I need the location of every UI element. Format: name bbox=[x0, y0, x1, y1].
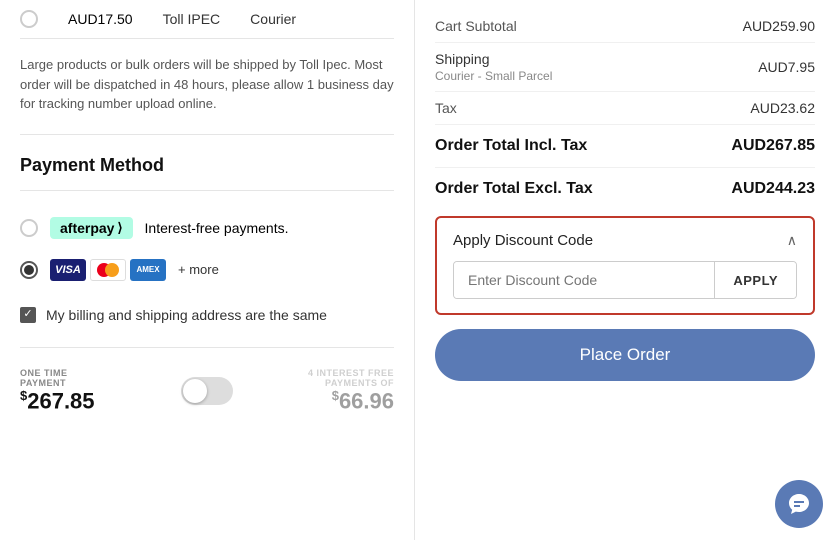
card-radio-inner bbox=[24, 265, 34, 275]
order-total-excl-amount: AUD244.23 bbox=[731, 180, 815, 198]
installment-amount: $66.96 bbox=[249, 388, 394, 414]
right-shipping-label-block: Shipping Courier - Small Parcel bbox=[435, 51, 552, 83]
billing-checkbox-label: My billing and shipping address are the … bbox=[46, 307, 327, 323]
discount-apply-button[interactable]: APPLY bbox=[714, 262, 796, 298]
cart-subtotal-amount: AUD259.90 bbox=[743, 18, 815, 34]
cart-subtotal-label: Cart Subtotal bbox=[435, 18, 517, 34]
order-total-excl-label: Order Total Excl. Tax bbox=[435, 180, 593, 198]
payment-section-title: Payment Method bbox=[20, 155, 394, 176]
payment-option-afterpay[interactable]: afterpay ⟩ Interest-free payments. bbox=[20, 207, 394, 249]
shipping-radio[interactable] bbox=[20, 10, 38, 28]
mastercard-logo bbox=[90, 259, 126, 281]
discount-chevron-icon: ∧ bbox=[787, 232, 797, 249]
afterpay-radio[interactable] bbox=[20, 219, 38, 237]
discount-header[interactable]: Apply Discount Code ∧ bbox=[453, 232, 797, 249]
chat-bubble[interactable] bbox=[775, 480, 823, 528]
discount-code-input[interactable] bbox=[454, 262, 714, 298]
afterpay-symbol: afterpay bbox=[60, 220, 114, 236]
order-total-excl-row: Order Total Excl. Tax AUD244.23 bbox=[435, 168, 815, 202]
one-time-label-line1: ONE TIME bbox=[20, 368, 165, 378]
billing-checkbox[interactable]: ✓ bbox=[20, 307, 36, 323]
tax-row: Tax AUD23.62 bbox=[435, 92, 815, 125]
one-time-amount-value: 267.85 bbox=[27, 388, 94, 413]
right-shipping-row: Shipping Courier - Small Parcel AUD7.95 bbox=[435, 43, 815, 92]
one-time-amount: $267.85 bbox=[20, 388, 165, 414]
installment-label-line2: PAYMENTS OF bbox=[249, 378, 394, 388]
shipping-price: AUD17.50 bbox=[68, 11, 133, 27]
payment-option-card[interactable]: VISA AMEX + more bbox=[20, 249, 394, 291]
one-time-label-line2: PAYMENT bbox=[20, 378, 165, 388]
one-time-payment-block: ONE TIME PAYMENT $267.85 bbox=[20, 368, 165, 414]
order-total-incl-label: Order Total Incl. Tax bbox=[435, 137, 587, 155]
discount-input-row: APPLY bbox=[453, 261, 797, 299]
place-order-button[interactable]: Place Order bbox=[435, 329, 815, 381]
shipping-row: AUD17.50 Toll IPEC Courier bbox=[20, 0, 394, 39]
left-panel: AUD17.50 Toll IPEC Courier Large product… bbox=[0, 0, 415, 540]
billing-checkbox-row[interactable]: ✓ My billing and shipping address are th… bbox=[20, 307, 394, 323]
payment-toggle-track[interactable] bbox=[181, 377, 233, 405]
mc-yellow-circle bbox=[105, 263, 119, 277]
installment-label-line1: 4 INTEREST FREE bbox=[249, 368, 394, 378]
installment-currency: $ bbox=[332, 388, 339, 403]
installment-payment-block: 4 INTEREST FREE PAYMENTS OF $66.96 bbox=[249, 368, 394, 414]
right-panel: Cart Subtotal AUD259.90 Shipping Courier… bbox=[415, 0, 835, 540]
afterpay-label: Interest-free payments. bbox=[145, 220, 289, 236]
tax-label: Tax bbox=[435, 100, 457, 116]
shipping-method: Courier bbox=[250, 11, 296, 27]
chat-icon bbox=[787, 492, 811, 516]
discount-section: Apply Discount Code ∧ APPLY bbox=[435, 216, 815, 315]
visa-logo: VISA bbox=[50, 259, 86, 281]
right-shipping-amount: AUD7.95 bbox=[758, 59, 815, 75]
payment-divider bbox=[20, 190, 394, 191]
cart-subtotal-row: Cart Subtotal AUD259.90 bbox=[435, 10, 815, 43]
tax-amount: AUD23.62 bbox=[750, 100, 815, 116]
installment-amount-value: 66.96 bbox=[339, 388, 394, 413]
card-radio[interactable] bbox=[20, 261, 38, 279]
right-shipping-label: Shipping bbox=[435, 51, 552, 67]
discount-section-title: Apply Discount Code bbox=[453, 232, 593, 249]
card-logos: VISA AMEX bbox=[50, 259, 166, 281]
payment-toggle-section: ONE TIME PAYMENT $267.85 4 INTEREST FREE… bbox=[20, 347, 394, 414]
amex-logo: AMEX bbox=[130, 259, 166, 281]
payment-toggle-thumb bbox=[183, 379, 207, 403]
shipping-note: Large products or bulk orders will be sh… bbox=[20, 39, 394, 135]
shipping-carrier: Toll IPEC bbox=[163, 11, 221, 27]
order-total-incl-row: Order Total Incl. Tax AUD267.85 bbox=[435, 125, 815, 168]
afterpay-badge: afterpay ⟩ bbox=[50, 217, 133, 239]
right-shipping-sub-label: Courier - Small Parcel bbox=[435, 69, 552, 83]
payment-toggle-wrap[interactable] bbox=[181, 377, 233, 405]
afterpay-arrow: ⟩ bbox=[117, 220, 122, 236]
plus-more-label: + more bbox=[178, 262, 219, 277]
checkbox-check-icon: ✓ bbox=[23, 309, 32, 320]
order-total-incl-amount: AUD267.85 bbox=[731, 137, 815, 155]
